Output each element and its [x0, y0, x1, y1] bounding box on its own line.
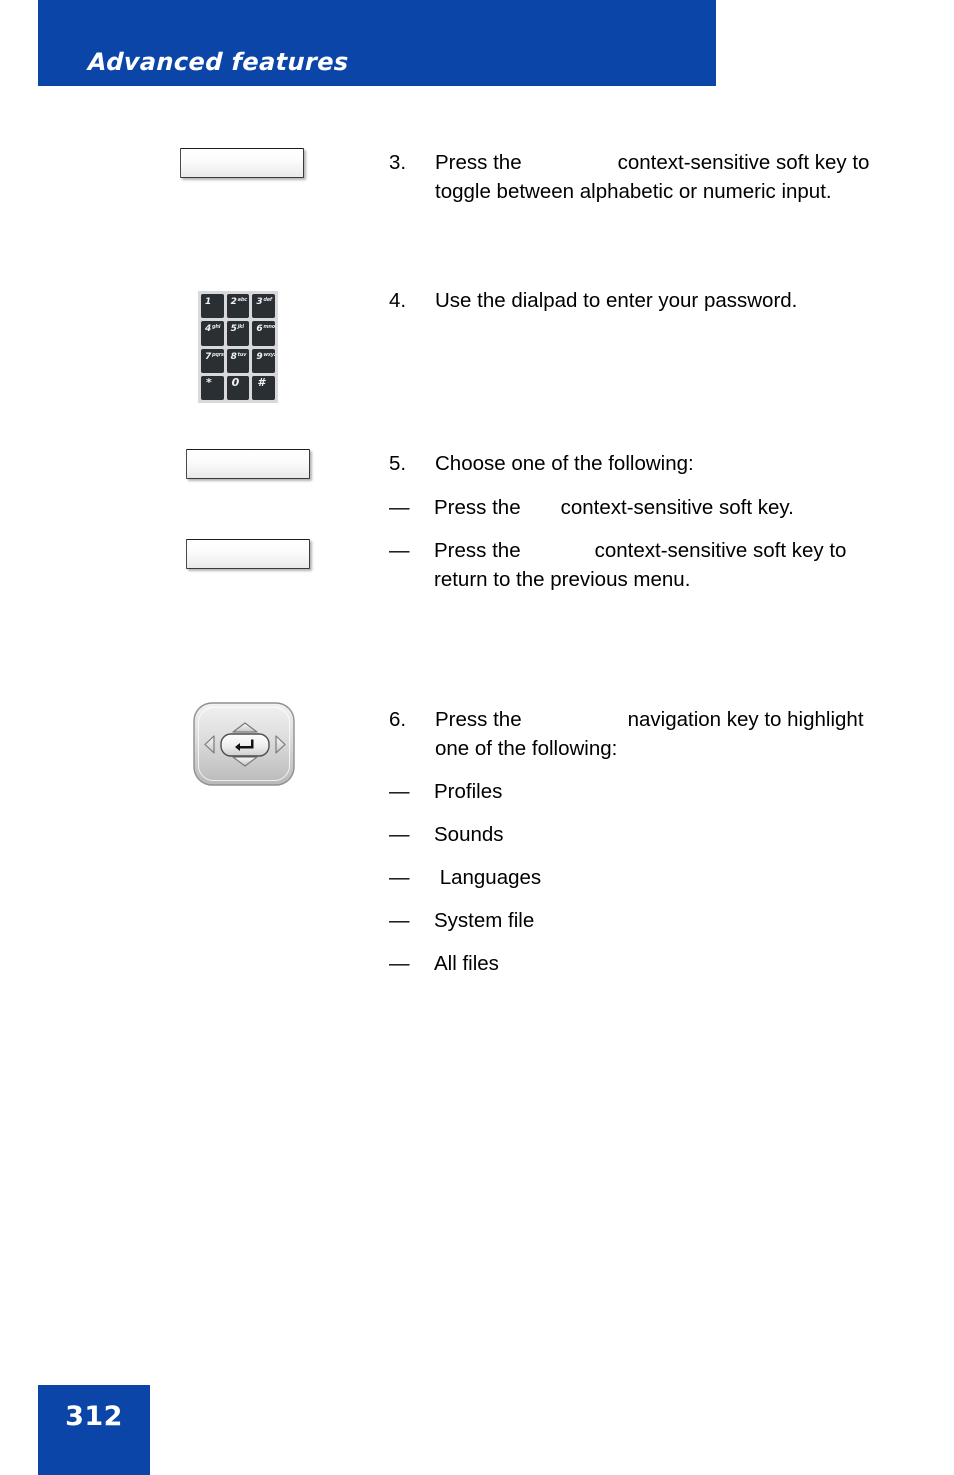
dialpad-key-7-letters: pqrs — [212, 351, 224, 358]
dialpad-key-7[interactable]: 7 pqrs — [201, 348, 224, 373]
dialpad-key-2-digit: 2 — [230, 297, 237, 307]
step-6-sub-list: — Profiles — Sounds — Languages — System… — [389, 777, 889, 978]
page-number: 312 — [65, 1401, 123, 1432]
dialpad-key-4-letters: ghi — [212, 324, 221, 331]
step-3-body: Press the context-sensitive soft key to t… — [435, 148, 889, 206]
step-5-sub-1-before: Press the — [434, 496, 521, 519]
list-item-profiles: — Profiles — [389, 777, 889, 806]
soft-key-button-graphic-primary[interactable] — [186, 449, 310, 479]
step-5-sub-item-1: — Press the context-sensitive soft key. — [389, 493, 889, 522]
dialpad-key-7-digit: 7 — [205, 351, 212, 362]
dialpad-key-4-digit: 4 — [205, 324, 212, 335]
soft-key-button-graphic-back[interactable] — [186, 539, 310, 569]
dialpad-key-8[interactable]: 8 tuv — [226, 348, 250, 373]
list-item-system-file: — System file — [389, 906, 889, 935]
step-5-sub-item-1-text: Press the context-sensitive soft key. — [434, 493, 889, 522]
page-footer-box: 312 — [38, 1385, 150, 1475]
step-6-text-before: Press the — [435, 708, 522, 731]
page-title: Advanced features — [87, 48, 350, 76]
list-item-profiles-label: Profiles — [434, 780, 503, 803]
list-item-sounds: — Sounds — [389, 820, 889, 849]
dialpad-key-pound-digit: # — [257, 375, 265, 389]
dialpad-key-3-digit: 3 — [256, 297, 263, 307]
dialpad-key-9-digit: 9 — [256, 351, 263, 362]
navigation-key-svg — [193, 702, 295, 786]
dialpad-key-3-letters: def — [263, 297, 272, 303]
dialpad-key-5-digit: 5 — [230, 324, 237, 335]
dialpad-key-6-digit: 6 — [256, 324, 263, 335]
list-item-sounds-label: Sounds — [434, 823, 504, 846]
step-4-body: Use the dialpad to enter your password. — [435, 289, 798, 312]
step-6-number: 6. — [389, 708, 407, 731]
dialpad-key-star[interactable]: * — [201, 375, 224, 400]
dialpad-key-0[interactable]: 0 — [226, 375, 250, 400]
dialpad-key-5-letters: jkl — [237, 324, 244, 331]
dialpad-key-pound[interactable]: # — [252, 375, 275, 400]
list-item-system-file-label: System file — [434, 909, 535, 932]
step-6-text: 6. Press the navigation key to highlight … — [389, 705, 889, 978]
list-item-languages: — Languages — [389, 863, 889, 892]
list-item-all-files-label: All files — [434, 952, 499, 975]
bullet-dash-icon: — — [389, 866, 410, 889]
step-6-body: Press the navigation key to highlight one… — [435, 705, 889, 763]
dialpad-key-6[interactable]: 6 mno — [252, 321, 275, 346]
dialpad-key-6-letters: mno — [263, 324, 275, 331]
step-4-text: 4. Use the dialpad to enter your passwor… — [389, 286, 889, 315]
enter-key-button — [220, 733, 270, 757]
dialpad-key-1-digit: 1 — [205, 297, 212, 307]
step-3-text: 3. Press the context-sensitive soft key t… — [389, 148, 889, 206]
dialpad-key-8-letters: tuv — [237, 351, 247, 358]
bullet-dash-icon: — — [389, 952, 410, 975]
page-header-band: Advanced features — [38, 0, 716, 86]
soft-key-button-graphic[interactable] — [180, 148, 304, 178]
step-5-sub-item-2-text: Press the context-sensitive soft key to r… — [434, 536, 889, 594]
dialpad-key-2-letters: abc — [237, 297, 248, 303]
step-3-text-before: Press the — [435, 151, 522, 174]
dialpad-key-1[interactable]: 1 — [201, 294, 224, 319]
page-content: 3. Press the context-sensitive soft key t… — [0, 86, 954, 1376]
list-item-languages-label: Languages — [434, 866, 542, 889]
bullet-dash-icon: — — [389, 823, 410, 846]
bullet-dash-icon: — — [389, 539, 410, 562]
dialpad-key-0-digit: 0 — [231, 375, 240, 389]
step-5-sub-item-2: — Press the context-sensitive soft key to… — [389, 536, 889, 594]
dialpad-key-9[interactable]: 9 wxyz — [252, 348, 275, 373]
list-item-all-files: — All files — [389, 949, 889, 978]
dialpad-key-2[interactable]: 2 abc — [226, 294, 250, 319]
dialpad-key-9-letters: wxyz — [263, 351, 275, 358]
dialpad-key-5[interactable]: 5 jkl — [226, 321, 250, 346]
bullet-dash-icon: — — [389, 496, 410, 519]
step-4-number: 4. — [389, 289, 407, 312]
step-5-sub-2-before: Press the — [434, 539, 521, 562]
step-5-number: 5. — [389, 452, 407, 475]
dialpad-key-4[interactable]: 4 ghi — [201, 321, 224, 346]
step-5-sub-list: — Press the context-sensitive soft key. —… — [389, 493, 889, 594]
dialpad-key-8-digit: 8 — [230, 351, 237, 362]
step-5-sub-1-after: context-sensitive soft key. — [560, 496, 794, 519]
bullet-dash-icon: — — [389, 780, 410, 803]
bullet-dash-icon: — — [389, 909, 410, 932]
step-5-body: Choose one of the following: — [435, 452, 694, 475]
dialpad-key-star-digit: * — [206, 375, 212, 389]
step-5-text: 5. Choose one of the following: — Press … — [389, 449, 889, 594]
dialpad-graphic[interactable]: 1 2 abc 3 def 4 ghi 5 jkl 6 mno 7 pqrs 8… — [198, 291, 278, 403]
navigation-key-graphic[interactable] — [190, 700, 300, 790]
step-3-number: 3. — [389, 151, 407, 174]
dialpad-key-3[interactable]: 3 def — [252, 294, 275, 319]
